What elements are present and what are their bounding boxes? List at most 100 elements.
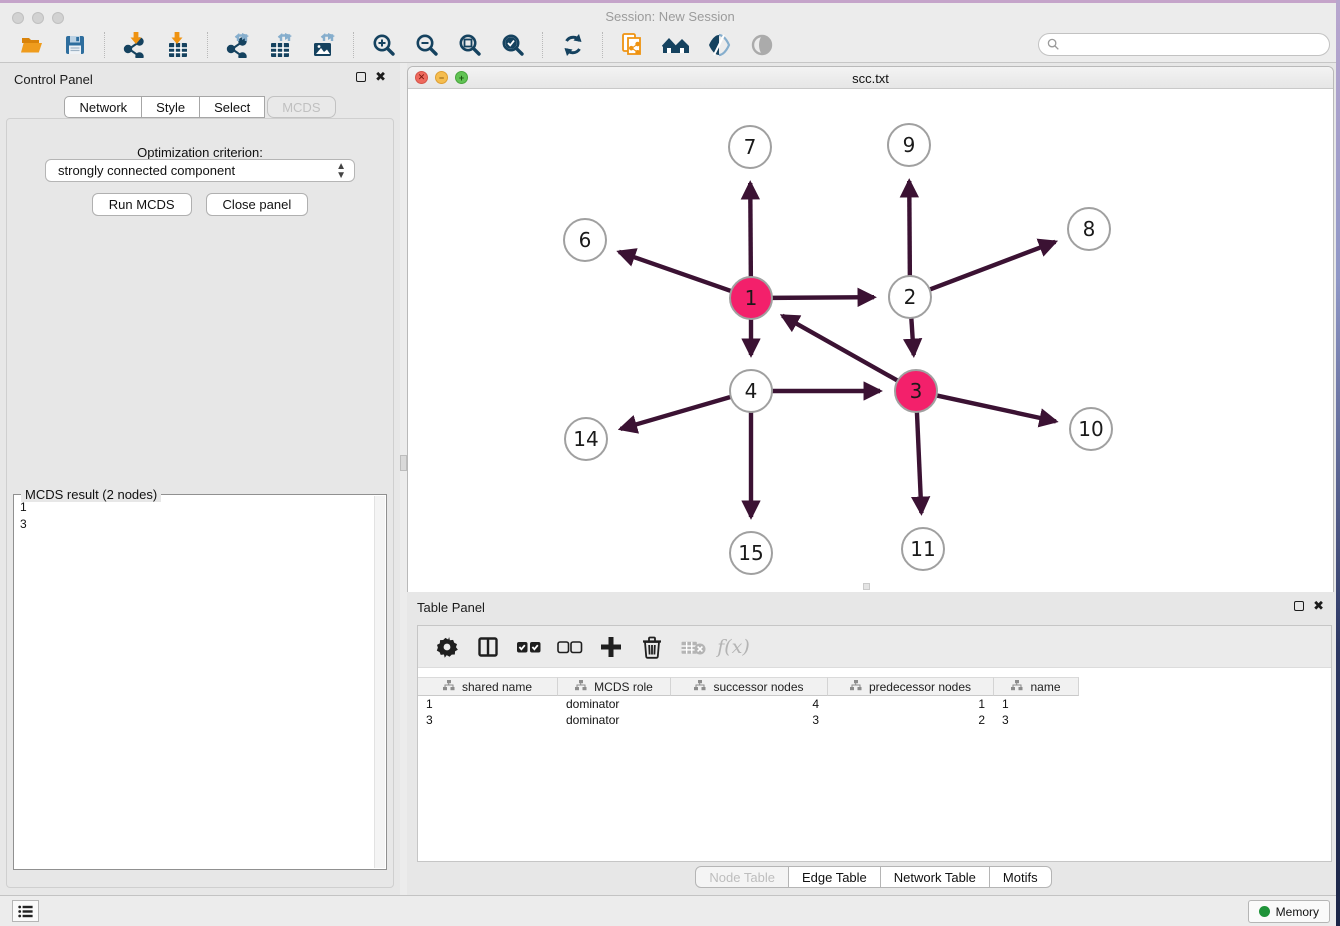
select-all-icon[interactable]	[510, 630, 547, 664]
tab-style[interactable]: Style	[142, 96, 200, 118]
mcds-result-list[interactable]: 1 3	[20, 499, 27, 533]
edge-4-14[interactable]	[621, 397, 731, 429]
node-label-11: 11	[910, 537, 935, 561]
run-mcds-button[interactable]: Run MCDS	[92, 193, 192, 216]
clone-network-icon[interactable]	[611, 30, 654, 60]
search-icon	[1047, 38, 1060, 51]
edge-1-2[interactable]	[772, 297, 874, 298]
float-panel-icon[interactable]	[356, 72, 366, 82]
zoom-fit-icon[interactable]	[448, 30, 491, 60]
save-session-icon[interactable]	[53, 30, 96, 60]
tab-node-table[interactable]: Node Table	[695, 866, 789, 888]
tab-motifs[interactable]: Motifs	[990, 866, 1052, 888]
edge-3-10[interactable]	[937, 395, 1056, 421]
close-table-panel-icon[interactable]: ✖	[1313, 601, 1324, 611]
column-header-predecessor-nodes[interactable]: predecessor nodes	[828, 677, 994, 696]
column-header-name[interactable]: name	[994, 677, 1079, 696]
edge-3-11[interactable]	[917, 412, 921, 513]
cell-name[interactable]: 1	[994, 696, 1079, 712]
preview-icon[interactable]	[740, 30, 783, 60]
tab-edge-table[interactable]: Edge Table	[789, 866, 881, 888]
control-panel-tabs: NetworkStyleSelectMCDS	[0, 96, 400, 118]
desktop-edge-right	[1336, 0, 1340, 926]
cell-MCDS-role[interactable]: dominator	[558, 696, 671, 712]
task-history-button[interactable]	[12, 900, 39, 922]
node-label-4: 4	[745, 379, 758, 403]
table-row[interactable]: 3dominator323	[418, 712, 1331, 728]
tab-network-table[interactable]: Network Table	[881, 866, 990, 888]
cell-name[interactable]: 3	[994, 712, 1079, 728]
zoom-out-icon[interactable]	[405, 30, 448, 60]
export-image-icon[interactable]	[302, 30, 345, 60]
zoom-selected-icon[interactable]	[491, 30, 534, 60]
network-window-title: scc.txt	[408, 71, 1333, 86]
tab-network[interactable]: Network	[64, 96, 142, 118]
float-table-panel-icon[interactable]	[1294, 601, 1304, 611]
tab-select[interactable]: Select	[200, 96, 265, 118]
refresh-icon[interactable]	[551, 30, 594, 60]
columns-icon[interactable]	[469, 630, 506, 664]
close-panel-button[interactable]: Close panel	[206, 193, 309, 216]
edge-2-8[interactable]	[930, 242, 1056, 290]
panel-splitter[interactable]	[400, 63, 407, 895]
edge-1-6[interactable]	[619, 252, 731, 291]
export-network-icon[interactable]	[216, 30, 259, 60]
edge-2-3[interactable]	[911, 318, 913, 355]
cell-successor-nodes[interactable]: 4	[671, 696, 828, 712]
node-label-9: 9	[903, 133, 916, 157]
deselect-all-icon[interactable]	[551, 630, 588, 664]
search-box[interactable]	[1038, 33, 1330, 56]
column-header-MCDS-role[interactable]: MCDS role	[558, 677, 671, 696]
cell-predecessor-nodes[interactable]: 1	[828, 696, 994, 712]
table-header-row: shared nameMCDS rolesuccessor nodesprede…	[418, 677, 1079, 696]
network-window-titlebar[interactable]: ✕ − + scc.txt	[408, 67, 1333, 89]
column-header-successor-nodes[interactable]: successor nodes	[671, 677, 828, 696]
optimization-criterion-dropdown[interactable]: strongly connected component ▲▼	[45, 159, 355, 182]
memory-status-icon	[1259, 906, 1270, 917]
control-panel: Control Panel ✖ NetworkStyleSelectMCDS O…	[0, 63, 400, 895]
cell-predecessor-nodes[interactable]: 2	[828, 712, 994, 728]
network-canvas[interactable]: 7968124314101511	[408, 89, 1333, 592]
table-toolbar: f(x)	[418, 626, 1331, 668]
cell-MCDS-role[interactable]: dominator	[558, 712, 671, 728]
node-label-7: 7	[744, 135, 757, 159]
export-table-icon[interactable]	[259, 30, 302, 60]
add-column-icon[interactable]	[592, 630, 629, 664]
cell-shared-name[interactable]: 1	[418, 696, 558, 712]
search-input[interactable]	[1060, 38, 1310, 52]
result-scrollbar[interactable]	[374, 496, 385, 868]
home-icon[interactable]	[654, 30, 697, 60]
open-session-icon[interactable]	[10, 30, 53, 60]
import-network-icon[interactable]	[113, 30, 156, 60]
import-table-icon[interactable]	[156, 30, 199, 60]
canvas-resize-handle[interactable]	[863, 583, 870, 590]
splitter-handle[interactable]	[400, 455, 407, 471]
table-row[interactable]: 1dominator411	[418, 696, 1331, 712]
control-panel-title: Control Panel	[14, 72, 93, 87]
cell-successor-nodes[interactable]: 3	[671, 712, 828, 728]
mcds-result-title: MCDS result (2 nodes)	[21, 487, 161, 502]
edge-1-7[interactable]	[750, 183, 751, 277]
close-panel-icon[interactable]: ✖	[375, 72, 386, 82]
dropdown-stepper-icon: ▲▼	[336, 162, 346, 180]
network-graph[interactable]: 7968124314101511	[408, 89, 1333, 592]
cell-shared-name[interactable]: 3	[418, 712, 558, 728]
node-label-2: 2	[904, 285, 917, 309]
gear-icon[interactable]	[428, 630, 465, 664]
edge-3-1[interactable]	[782, 316, 897, 381]
zoom-in-icon[interactable]	[362, 30, 405, 60]
table-panel: Table Panel ✖ f(x) shared nameMCDS roles…	[407, 595, 1340, 895]
table-rows: 1dominator4113dominator323	[418, 696, 1331, 728]
memory-button[interactable]: Memory	[1248, 900, 1330, 923]
main-toolbar	[0, 28, 1340, 63]
hide-details-icon[interactable]	[697, 30, 740, 60]
node-label-8: 8	[1083, 217, 1096, 241]
tab-mcds[interactable]: MCDS	[267, 96, 335, 118]
node-label-15: 15	[738, 541, 763, 565]
edge-2-9[interactable]	[909, 181, 910, 276]
delete-icon[interactable]	[633, 630, 670, 664]
node-label-1: 1	[745, 286, 758, 310]
delete-table-icon	[674, 630, 711, 664]
column-header-shared-name[interactable]: shared name	[418, 677, 558, 696]
window-title: Session: New Session	[0, 9, 1340, 24]
